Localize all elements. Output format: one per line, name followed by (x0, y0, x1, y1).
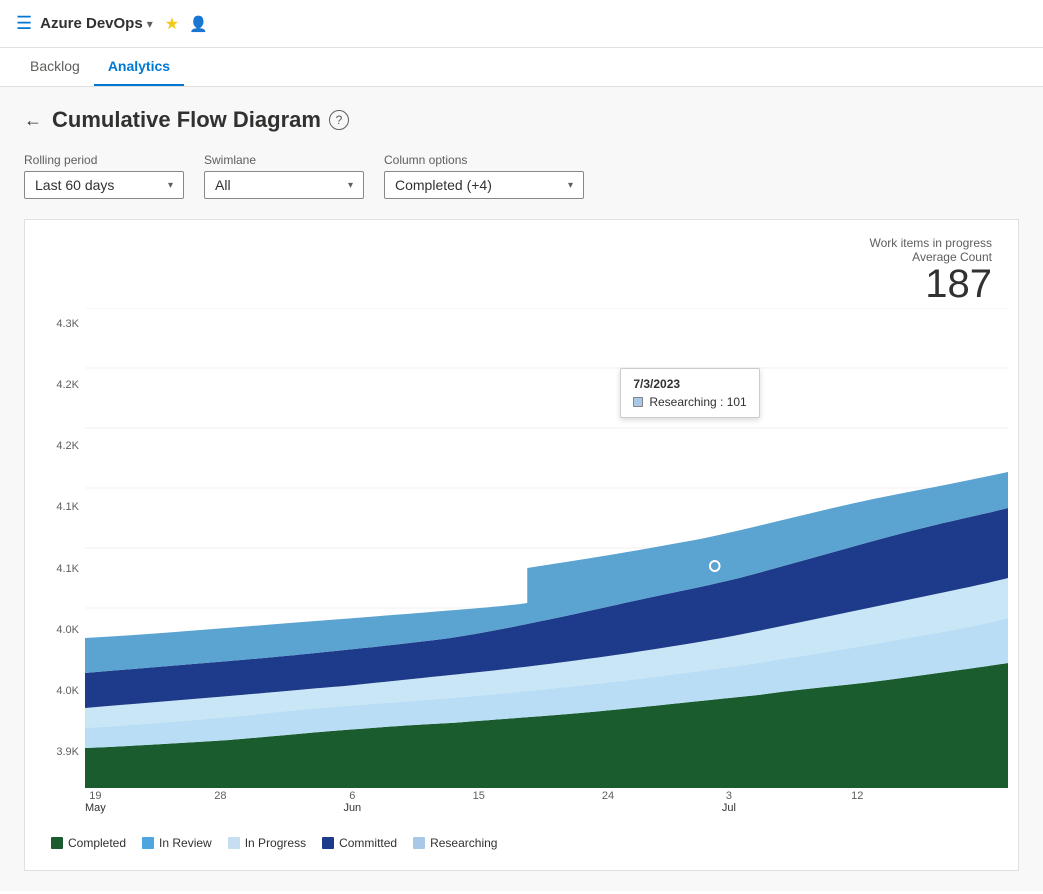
x-label-4: 24 (602, 790, 614, 802)
chart-legend: Completed In Review In Progress Committe… (35, 826, 1008, 860)
column-options-value: Completed (+4) (395, 177, 492, 193)
people-icon[interactable]: 👤 (189, 15, 208, 33)
app-icon: ☰ (16, 13, 32, 34)
rolling-period-select[interactable]: Last 60 days ▾ (24, 171, 184, 199)
tab-analytics[interactable]: Analytics (94, 48, 184, 86)
y-label-0: 4.3K (56, 318, 79, 330)
filters-row: Rolling period Last 60 days ▾ Swimlane A… (24, 153, 1019, 199)
legend-swatch-in-progress (228, 837, 240, 849)
nav-tabs: Backlog Analytics (0, 48, 1043, 87)
legend-item-researching: Researching (413, 836, 497, 850)
app-header: ☰ Azure DevOps ▾ ★ 👤 (0, 0, 1043, 48)
app-name[interactable]: Azure DevOps (40, 15, 143, 32)
column-options-chevron-icon: ▾ (568, 180, 573, 191)
swimlane-label: Swimlane (204, 153, 364, 167)
favorite-icon[interactable]: ★ (165, 14, 179, 34)
chart-area: 4.3K 4.2K 4.2K 4.1K 4.1K 4.0K 4.0K 3.9K (35, 308, 1008, 788)
column-options-filter: Column options Completed (+4) ▾ (384, 153, 584, 199)
x-label-3: 15 (473, 790, 485, 802)
y-label-3: 4.1K (56, 501, 79, 513)
y-label-5: 4.0K (56, 624, 79, 636)
y-label-2: 4.2K (56, 440, 79, 452)
legend-swatch-in-review (142, 837, 154, 849)
x-labels: 19May 28 6Jun 15 24 3Jul 12 (85, 790, 1008, 826)
legend-label-completed: Completed (68, 836, 126, 850)
legend-item-in-review: In Review (142, 836, 212, 850)
y-label-4: 4.1K (56, 563, 79, 575)
swimlane-value: All (215, 177, 231, 193)
swimlane-select[interactable]: All ▾ (204, 171, 364, 199)
column-options-label: Column options (384, 153, 584, 167)
column-options-select[interactable]: Completed (+4) ▾ (384, 171, 584, 199)
chart-container: Work items in progress Average Count 187… (24, 219, 1019, 871)
y-label-1: 4.2K (56, 379, 79, 391)
x-label-0: 19May (85, 790, 106, 814)
rolling-period-chevron-icon: ▾ (168, 180, 173, 191)
rolling-period-filter: Rolling period Last 60 days ▾ (24, 153, 184, 199)
back-button[interactable]: ← (24, 110, 42, 131)
rolling-period-label: Rolling period (24, 153, 184, 167)
legend-swatch-committed (322, 837, 334, 849)
y-label-6: 4.0K (56, 685, 79, 697)
chart-inner: 7/3/2023 Researching : 101 (85, 308, 1008, 788)
tab-backlog[interactable]: Backlog (16, 48, 94, 86)
legend-label-researching: Researching (430, 836, 497, 850)
title-row: ← Cumulative Flow Diagram ? (24, 107, 1019, 133)
x-label-5: 3Jul (722, 790, 736, 814)
legend-swatch-researching (413, 837, 425, 849)
stats-value: 187 (35, 264, 992, 304)
rolling-period-value: Last 60 days (35, 177, 114, 193)
swimlane-filter: Swimlane All ▾ (204, 153, 364, 199)
legend-item-completed: Completed (51, 836, 126, 850)
app-chevron-icon[interactable]: ▾ (147, 17, 153, 31)
page-content: ← Cumulative Flow Diagram ? Rolling peri… (0, 87, 1043, 891)
x-label-1: 28 (214, 790, 226, 802)
legend-label-committed: Committed (339, 836, 397, 850)
legend-label-in-review: In Review (159, 836, 212, 850)
legend-item-committed: Committed (322, 836, 397, 850)
chart-stats: Work items in progress Average Count 187 (35, 230, 1008, 308)
legend-label-in-progress: In Progress (245, 836, 306, 850)
chart-svg (85, 308, 1008, 788)
y-label-7: 3.9K (56, 746, 79, 758)
tooltip-dot (710, 561, 720, 571)
page-title: Cumulative Flow Diagram (52, 107, 321, 133)
x-label-6: 12 (851, 790, 863, 802)
y-axis: 4.3K 4.2K 4.2K 4.1K 4.1K 4.0K 4.0K 3.9K (35, 308, 85, 788)
x-label-2: 6Jun (343, 790, 361, 814)
help-icon[interactable]: ? (329, 110, 349, 130)
swimlane-chevron-icon: ▾ (348, 180, 353, 191)
x-axis: 19May 28 6Jun 15 24 3Jul 12 (35, 790, 1008, 826)
stats-label1: Work items in progress (35, 236, 992, 250)
legend-swatch-completed (51, 837, 63, 849)
legend-item-in-progress: In Progress (228, 836, 306, 850)
stats-label2: Average Count (35, 250, 992, 264)
